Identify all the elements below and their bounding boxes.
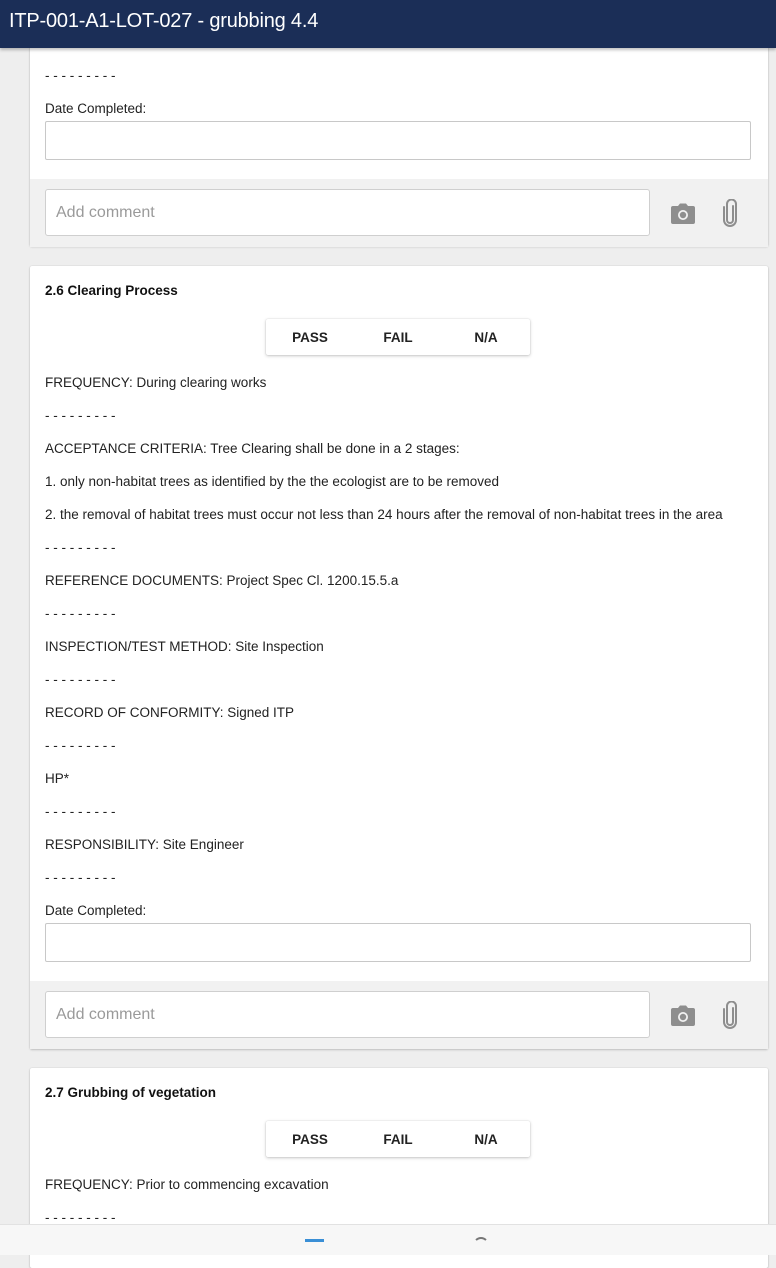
inspection-method-text: INSPECTION/TEST METHOD: Site Inspection <box>45 639 324 654</box>
acceptance-criteria-item-2: 2. the removal of habitat trees must occ… <box>45 507 723 522</box>
search-icon[interactable] <box>473 1237 489 1253</box>
pass-button[interactable]: PASS <box>266 319 354 355</box>
item-heading: 2.6 Clearing Process <box>45 283 178 298</box>
paperclip-icon[interactable] <box>722 1000 738 1034</box>
checklist-item-card-2-6: 2.6 Clearing Process PASS FAIL N/A FREQU… <box>30 266 768 1049</box>
separator: - - - - - - - - - <box>45 804 116 819</box>
pass-fail-na-toggle: PASS FAIL N/A <box>266 1121 530 1157</box>
comment-bar <box>30 981 768 1049</box>
bottom-nav-bar <box>0 1224 776 1255</box>
acceptance-criteria-text: ACCEPTANCE CRITERIA: Tree Clearing shall… <box>45 441 460 456</box>
pass-button[interactable]: PASS <box>266 1121 354 1157</box>
na-button[interactable]: N/A <box>442 1121 530 1157</box>
active-tab-indicator[interactable] <box>305 1239 324 1242</box>
paperclip-icon[interactable] <box>722 198 738 232</box>
date-completed-input[interactable] <box>45 121 751 160</box>
camera-icon[interactable] <box>670 1005 696 1032</box>
date-completed-input[interactable] <box>45 923 751 962</box>
separator: - - - - - - - - - <box>45 68 116 83</box>
checklist-item-card-prev: - - - - - - - - - Date Completed: <box>30 30 768 247</box>
record-of-conformity-text: RECORD OF CONFORMITY: Signed ITP <box>45 705 295 720</box>
item-heading: 2.7 Grubbing of vegetation <box>45 1085 217 1100</box>
frequency-text: FREQUENCY: Prior to commencing excavatio… <box>45 1177 329 1192</box>
separator: - - - - - - - - - <box>45 1210 116 1225</box>
na-button[interactable]: N/A <box>442 319 530 355</box>
date-completed-label: Date Completed: <box>45 101 147 116</box>
date-completed-label: Date Completed: <box>45 903 147 918</box>
separator: - - - - - - - - - <box>45 408 116 423</box>
fail-button[interactable]: FAIL <box>354 319 442 355</box>
frequency-text: FREQUENCY: During clearing works <box>45 375 267 390</box>
acceptance-criteria-item-1: 1. only non-habitat trees as identified … <box>45 474 500 489</box>
camera-icon[interactable] <box>670 203 696 230</box>
hold-point-text: HP* <box>45 771 70 786</box>
fail-button[interactable]: FAIL <box>354 1121 442 1157</box>
separator: - - - - - - - - - <box>45 870 116 885</box>
separator: - - - - - - - - - <box>45 738 116 753</box>
pass-fail-na-toggle: PASS FAIL N/A <box>266 319 530 355</box>
separator: - - - - - - - - - <box>45 606 116 621</box>
app-header: ITP-001-A1-LOT-027 - grubbing 4.4 <box>0 0 776 48</box>
comment-input[interactable] <box>45 189 650 236</box>
page-title: ITP-001-A1-LOT-027 - grubbing 4.4 <box>9 10 319 32</box>
comment-bar <box>30 179 768 247</box>
comment-input[interactable] <box>45 991 650 1038</box>
reference-documents-text: REFERENCE DOCUMENTS: Project Spec Cl. 12… <box>45 573 399 588</box>
separator: - - - - - - - - - <box>45 672 116 687</box>
responsibility-text: RESPONSIBILITY: Site Engineer <box>45 837 244 852</box>
separator: - - - - - - - - - <box>45 540 116 555</box>
